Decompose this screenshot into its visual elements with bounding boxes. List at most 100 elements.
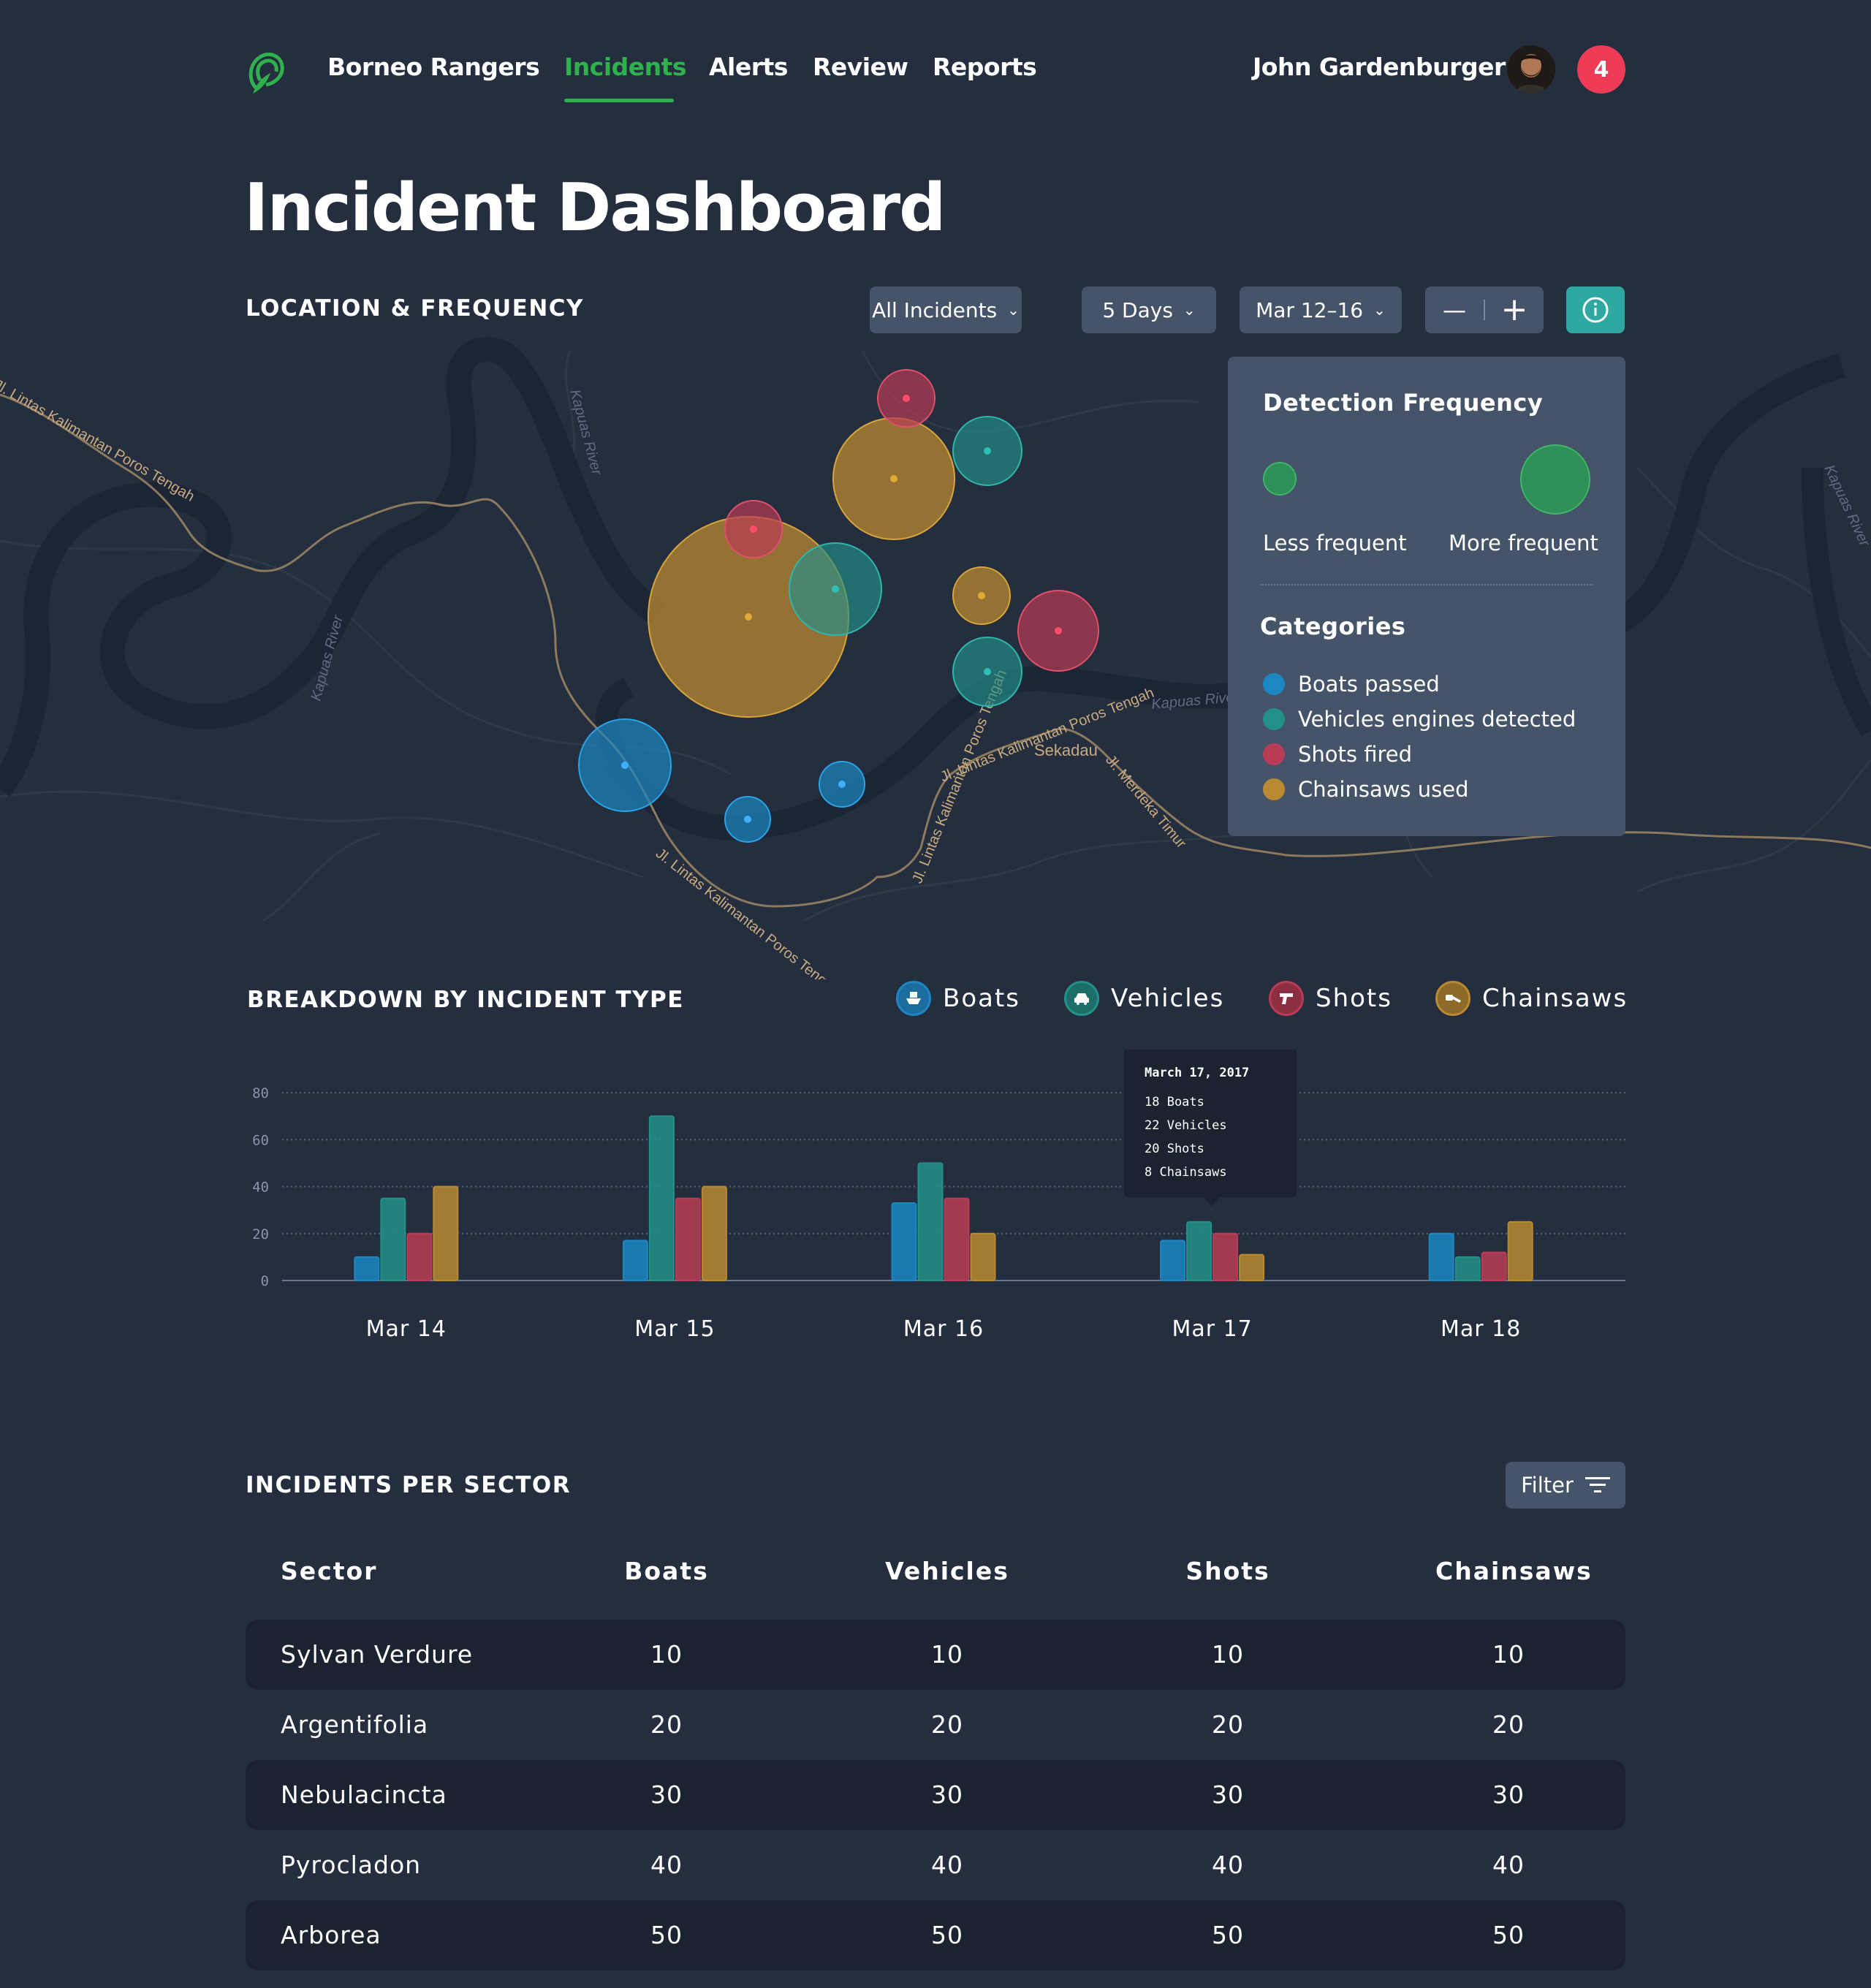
shots-count: 10 [1212, 1640, 1244, 1669]
key-label: Shots [1316, 984, 1392, 1013]
sector-name: Nebulacincta [281, 1780, 447, 1809]
marker-center [744, 816, 751, 823]
vehicles-count: 50 [931, 1921, 963, 1949]
marker-center [838, 781, 846, 788]
column-header-boats[interactable]: Boats [593, 1557, 740, 1585]
sector-name: Sylvan Verdure [281, 1640, 474, 1669]
boats-swatch [1263, 673, 1285, 695]
table-row[interactable]: Arborea 50 50 50 50 [246, 1900, 1625, 1970]
boats-count: 10 [650, 1640, 683, 1669]
key-label: Chainsaws [1482, 984, 1628, 1013]
bar-vehicles[interactable] [380, 1197, 406, 1281]
bar-chainsaws[interactable] [1507, 1221, 1533, 1281]
incident-type-dropdown[interactable]: All Incidents ⌄ [870, 287, 1022, 333]
category-label: Boats passed [1298, 672, 1440, 697]
sector-section-title: INCIDENTS PER SECTOR [246, 1472, 572, 1498]
tooltip-date: March 17, 2017 [1145, 1066, 1250, 1080]
bar-vehicles[interactable] [648, 1115, 675, 1281]
y-tick-label: 20 [252, 1226, 269, 1242]
incident-bar-chart[interactable]: 80 60 40 20 0 Mar 14 Mar 15 Mar 16 Mar 17 Mar 18 [241, 1074, 1630, 1352]
bar-vehicles[interactable] [1454, 1256, 1481, 1281]
key-label: Vehicles [1111, 984, 1225, 1013]
nav-reports[interactable]: Reports [933, 53, 1037, 81]
shots-count: 50 [1212, 1921, 1244, 1949]
map-legend-panel: Detection Frequency Less frequent More f… [1228, 357, 1625, 836]
boats-count: 50 [650, 1921, 683, 1949]
bar-chainsaws[interactable] [970, 1232, 996, 1281]
map-label-road: Jl. Merdeka Timur [1102, 752, 1189, 851]
bar-boats[interactable] [1160, 1240, 1186, 1281]
vehicles-count: 40 [931, 1851, 963, 1879]
marker-center [745, 613, 752, 621]
bar-shots[interactable] [675, 1197, 701, 1281]
zoom-in-button[interactable]: + [1485, 294, 1544, 326]
bar-shots[interactable] [406, 1232, 433, 1281]
shots-count: 40 [1212, 1851, 1244, 1879]
filter-label: Filter [1521, 1473, 1574, 1498]
bar-vehicles[interactable] [917, 1162, 944, 1281]
map-label-river: Kapuas River [1821, 463, 1871, 550]
boats-count: 30 [650, 1780, 683, 1809]
marker-center [984, 447, 991, 455]
bar-shots[interactable] [1212, 1232, 1239, 1281]
brand-name[interactable]: Borneo Rangers [327, 53, 540, 81]
nav-alerts[interactable]: Alerts [709, 53, 788, 81]
vehicles-swatch [1263, 708, 1285, 730]
info-button[interactable] [1566, 287, 1625, 333]
location-section-title: LOCATION & FREQUENCY [246, 295, 585, 322]
column-header-vehicles[interactable]: Vehicles [874, 1557, 1020, 1585]
column-header-shots[interactable]: Shots [1155, 1557, 1301, 1585]
bar-chainsaws[interactable] [701, 1185, 727, 1281]
bar-boats[interactable] [622, 1240, 648, 1281]
boats-count: 40 [650, 1851, 683, 1879]
bar-boats[interactable] [891, 1202, 917, 1281]
chart-tooltip: March 17, 2017 18 Boats 22 Vehicles 20 S… [1124, 1050, 1297, 1206]
zoom-out-button[interactable]: — [1425, 296, 1484, 324]
frequency-large-marker [1520, 444, 1590, 515]
y-tick-label: 40 [252, 1180, 269, 1196]
table-row[interactable]: Argentifolia 20 20 20 20 [246, 1690, 1625, 1760]
table-row[interactable]: Nebulacincta 30 30 30 30 [246, 1760, 1625, 1830]
user-name[interactable]: John Gardenburger [1253, 53, 1506, 81]
bar-boats[interactable] [354, 1256, 380, 1281]
key-vehicles[interactable]: Vehicles [1064, 981, 1224, 1016]
y-tick-label: 0 [261, 1273, 269, 1289]
bar-chainsaws[interactable] [1239, 1253, 1265, 1282]
filter-button[interactable]: Filter [1506, 1462, 1625, 1509]
marker-center [832, 585, 839, 593]
bar-chainsaws[interactable] [433, 1185, 459, 1281]
vehicles-count: 30 [931, 1780, 963, 1809]
bar-shots[interactable] [1481, 1251, 1507, 1281]
y-tick-label: 80 [252, 1085, 269, 1101]
days-value: 5 Days [1102, 297, 1173, 322]
bar-shots[interactable] [944, 1197, 970, 1281]
incident-markers[interactable] [578, 369, 1099, 843]
date-range-dropdown[interactable]: Mar 12–16 ⌄ [1240, 287, 1402, 333]
days-dropdown[interactable]: 5 Days ⌄ [1082, 287, 1216, 333]
nav-incidents[interactable]: Incidents [564, 53, 687, 81]
key-boats[interactable]: Boats [896, 981, 1020, 1016]
category-boats: Boats passed [1263, 667, 1576, 702]
brand-logo-icon[interactable] [246, 44, 289, 95]
tooltip-line: 22 Vehicles [1145, 1118, 1227, 1133]
bar-vehicles[interactable] [1186, 1221, 1212, 1281]
marker-center [903, 395, 910, 402]
marker-center [978, 592, 985, 599]
chevron-down-icon: ⌄ [1007, 301, 1020, 319]
table-row[interactable]: Sylvan Verdure 10 10 10 10 [246, 1620, 1625, 1690]
x-tick-label: Mar 16 [903, 1316, 984, 1342]
table-row[interactable]: Pyrocladon 40 40 40 40 [246, 1830, 1625, 1900]
chevron-down-icon: ⌄ [1183, 301, 1196, 319]
info-icon [1582, 297, 1609, 323]
column-header-sector[interactable]: Sector [281, 1557, 377, 1585]
column-header-chainsaws[interactable]: Chainsaws [1435, 1557, 1591, 1585]
avatar[interactable] [1507, 45, 1555, 94]
key-shots[interactable]: Shots [1269, 981, 1392, 1016]
key-chainsaws[interactable]: Chainsaws [1435, 981, 1628, 1016]
bar-boats[interactable] [1428, 1232, 1454, 1281]
nav-review[interactable]: Review [813, 53, 908, 81]
shots-count: 30 [1212, 1780, 1244, 1809]
marker-center [750, 526, 757, 533]
car-icon [1064, 981, 1099, 1016]
notification-badge[interactable]: 4 [1577, 45, 1625, 94]
